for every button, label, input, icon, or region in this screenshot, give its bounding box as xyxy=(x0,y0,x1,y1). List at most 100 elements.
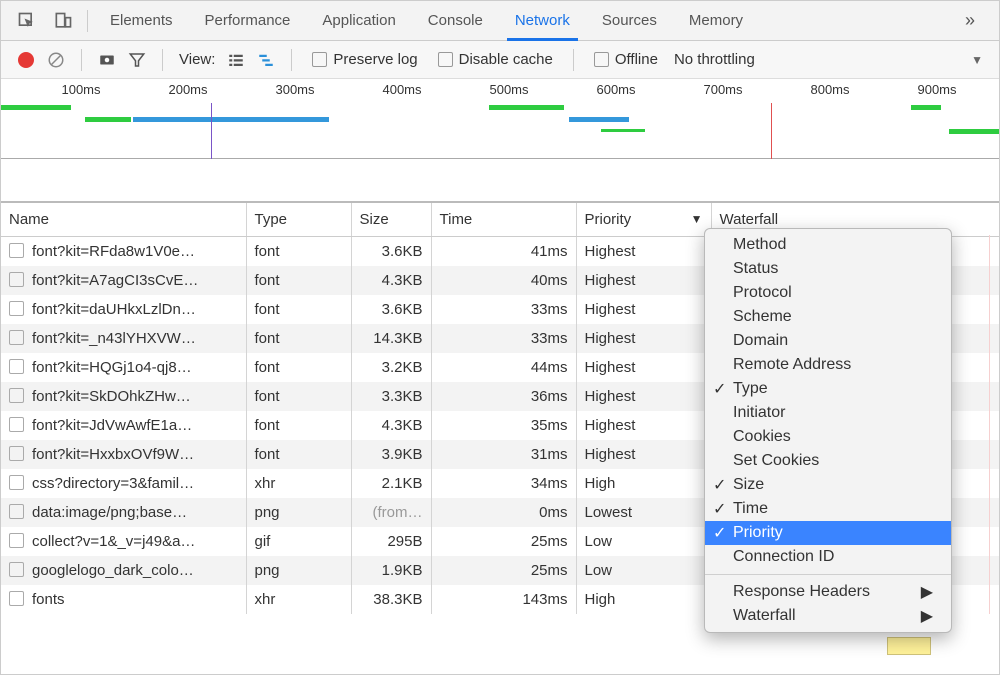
cell-size: 14.3KB xyxy=(351,324,431,353)
context-menu-item-label: Scheme xyxy=(733,308,792,326)
context-menu-item[interactable]: Domain xyxy=(705,329,951,353)
tabs-overflow-button[interactable]: » xyxy=(949,10,991,31)
cell-type: font xyxy=(246,266,351,295)
cell-type: png xyxy=(246,498,351,527)
cell-time: 33ms xyxy=(431,324,576,353)
cell-name: css?directory=3&famil… xyxy=(1,469,246,498)
disable-cache-label: Disable cache xyxy=(459,51,553,68)
cell-name: font?kit=HQGj1o4-qj8… xyxy=(1,353,246,382)
cell-name: font?kit=JdVwAwfE1a… xyxy=(1,411,246,440)
context-menu-item-label: Response Headers xyxy=(733,583,870,601)
context-menu-item[interactable]: Status xyxy=(705,257,951,281)
cell-size: 3.6KB xyxy=(351,236,431,266)
context-menu-item[interactable]: Cookies xyxy=(705,425,951,449)
throttling-select[interactable]: No throttling xyxy=(674,51,755,68)
tab-console[interactable]: Console xyxy=(412,1,499,40)
tab-network[interactable]: Network xyxy=(499,1,586,40)
cell-priority: Highest xyxy=(576,295,711,324)
context-menu-item-label: Priority xyxy=(733,524,783,542)
context-menu-item[interactable]: ✓ Size xyxy=(705,473,951,497)
record-button[interactable] xyxy=(11,41,41,79)
cell-time: 44ms xyxy=(431,353,576,382)
context-menu-item[interactable]: ✓Priority xyxy=(705,521,951,545)
cell-priority: Highest xyxy=(576,324,711,353)
timeline-tick: 200ms xyxy=(168,82,207,97)
cell-name: font?kit=HxxbxOVf9W… xyxy=(1,440,246,469)
context-menu-item[interactable]: Remote Address xyxy=(705,353,951,377)
context-menu-item-label: Protocol xyxy=(733,284,792,302)
waterfall-view-icon[interactable] xyxy=(251,41,281,79)
context-menu-item[interactable]: ✓Type xyxy=(705,377,951,401)
cell-size: (from… xyxy=(351,498,431,527)
context-menu-item-label: Initiator xyxy=(733,404,785,422)
cell-type: font xyxy=(246,382,351,411)
network-timeline[interactable]: 100ms200ms300ms400ms500ms600ms700ms800ms… xyxy=(1,79,999,159)
cell-time: 25ms xyxy=(431,527,576,556)
cell-time: 0ms xyxy=(431,498,576,527)
column-time[interactable]: Time xyxy=(431,202,576,236)
cell-type: font xyxy=(246,324,351,353)
context-menu-item[interactable]: Set Cookies xyxy=(705,449,951,473)
context-menu-item-label: Waterfall xyxy=(733,607,796,625)
cell-time: 34ms xyxy=(431,469,576,498)
submenu-arrow-icon: ▶ xyxy=(921,582,933,602)
column-context-menu: Method Status Protocol Scheme DomainRemote A… xyxy=(704,228,952,633)
preserve-log-checkbox[interactable]: Preserve log xyxy=(312,51,417,68)
device-toggle-icon[interactable] xyxy=(45,1,81,41)
cell-priority: Lowest xyxy=(576,498,711,527)
cell-name: font?kit=RFda8w1V0e… xyxy=(1,236,246,266)
cell-type: font xyxy=(246,440,351,469)
tab-application[interactable]: Application xyxy=(306,1,411,40)
capture-screenshot-icon[interactable] xyxy=(92,41,122,79)
filter-icon[interactable] xyxy=(122,41,152,79)
large-rows-icon[interactable] xyxy=(221,41,251,79)
context-menu-item[interactable]: Protocol xyxy=(705,281,951,305)
timeline-tick: 800ms xyxy=(810,82,849,97)
column-priority[interactable]: Priority ▼ xyxy=(576,202,711,236)
column-type[interactable]: Type xyxy=(246,202,351,236)
cell-size: 1.9KB xyxy=(351,556,431,585)
context-menu-item[interactable]: Scheme xyxy=(705,305,951,329)
context-menu-item[interactable]: Waterfall ▶ xyxy=(705,604,951,628)
cell-time: 41ms xyxy=(431,236,576,266)
clear-button[interactable] xyxy=(41,41,71,79)
column-size[interactable]: Size xyxy=(351,202,431,236)
context-menu-item[interactable]: Method xyxy=(705,233,951,257)
cell-name: font?kit=SkDOhkZHw… xyxy=(1,382,246,411)
inspect-icon[interactable] xyxy=(9,1,45,41)
tab-performance[interactable]: Performance xyxy=(189,1,307,40)
cell-name: font?kit=_n43lYHXVW… xyxy=(1,324,246,353)
cell-size: 3.3KB xyxy=(351,382,431,411)
context-menu-item[interactable]: Response Headers ▶ xyxy=(705,580,951,604)
cell-type: xhr xyxy=(246,585,351,614)
cell-type: font xyxy=(246,411,351,440)
check-icon: ✓ xyxy=(713,499,726,519)
tab-memory[interactable]: Memory xyxy=(673,1,759,40)
cell-time: 31ms xyxy=(431,440,576,469)
devtools-tab-bar: ElementsPerformanceApplicationConsoleNet… xyxy=(1,1,999,41)
cell-priority: Highest xyxy=(576,236,711,266)
throttling-caret-icon[interactable]: ▼ xyxy=(971,53,989,67)
tab-elements[interactable]: Elements xyxy=(94,1,189,40)
column-priority-label: Priority xyxy=(585,211,632,228)
context-menu-item-label: Size xyxy=(733,476,764,494)
cell-time: 143ms xyxy=(431,585,576,614)
cell-name: font?kit=A7agCI3sCvE… xyxy=(1,266,246,295)
cell-name: collect?v=1&_v=j49&a… xyxy=(1,527,246,556)
cell-priority: High xyxy=(576,469,711,498)
cell-priority: Low xyxy=(576,556,711,585)
context-menu-item[interactable]: ✓Time xyxy=(705,497,951,521)
cell-time: 25ms xyxy=(431,556,576,585)
submenu-arrow-icon: ▶ xyxy=(921,606,933,626)
context-menu-item[interactable]: Initiator xyxy=(705,401,951,425)
context-menu-item-label: Method xyxy=(733,236,786,254)
tab-sources[interactable]: Sources xyxy=(586,1,673,40)
check-icon: ✓ xyxy=(713,475,726,495)
cell-time: 33ms xyxy=(431,295,576,324)
context-menu-item[interactable]: Connection ID xyxy=(705,545,951,569)
timeline-tick: 400ms xyxy=(382,82,421,97)
offline-checkbox[interactable]: Offline xyxy=(594,51,658,68)
disable-cache-checkbox[interactable]: Disable cache xyxy=(438,51,553,68)
timeline-tick: 300ms xyxy=(275,82,314,97)
column-name[interactable]: Name xyxy=(1,202,246,236)
